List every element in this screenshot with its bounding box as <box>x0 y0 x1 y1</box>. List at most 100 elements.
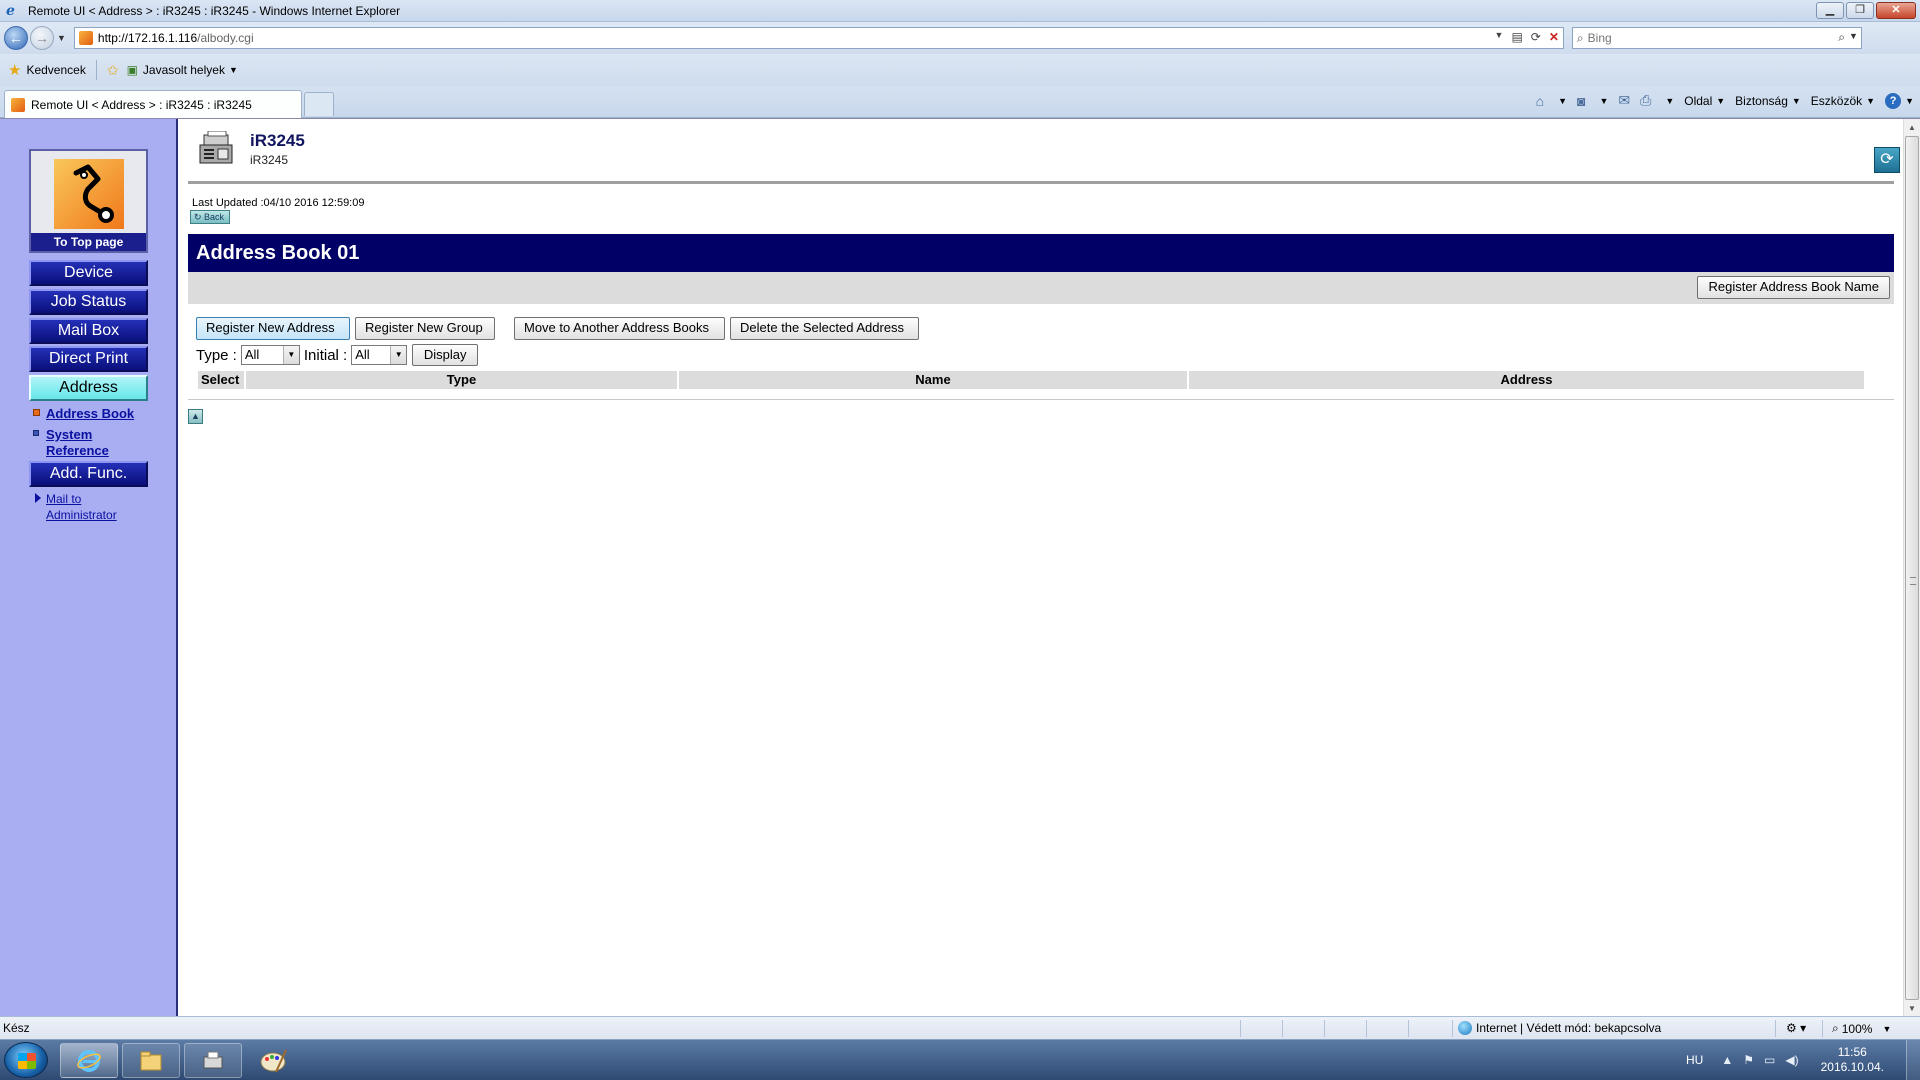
taskbar-device-manager[interactable] <box>184 1043 242 1078</box>
url-path: /albody.cgi <box>197 31 254 45</box>
divider <box>1240 1020 1241 1037</box>
home-icon[interactable]: ⌂ <box>1536 93 1544 109</box>
scroll-down-icon[interactable]: ▼ <box>1904 1000 1920 1017</box>
language-indicator[interactable]: HU <box>1686 1053 1703 1067</box>
new-tab-button[interactable] <box>304 92 334 116</box>
chevron-down-icon[interactable]: ▼ <box>1599 96 1608 106</box>
register-new-address-button[interactable]: Register New Address <box>196 317 350 340</box>
folder-icon <box>140 1051 162 1071</box>
taskbar-internet-explorer[interactable] <box>60 1043 118 1078</box>
security-zone[interactable]: Internet | Védett mód: bekapcsolva <box>1458 1021 1661 1035</box>
chevron-down-icon[interactable]: ▼ <box>1665 96 1674 106</box>
page-menu[interactable]: Oldal ▼ <box>1684 94 1725 108</box>
restore-button[interactable]: ❐ <box>1846 2 1874 19</box>
suggested-sites-button[interactable]: ▣ Javasolt helyek ▼ <box>127 63 238 77</box>
divider <box>1366 1020 1367 1037</box>
nav-mail-box[interactable]: Mail Box <box>29 318 148 344</box>
volume-icon[interactable]: ◀) <box>1785 1053 1798 1067</box>
type-select[interactable]: All ▼ <box>240 345 300 365</box>
mail-admin-link-line2[interactable]: Administrator <box>46 507 117 523</box>
search-icon: ⌕ <box>1576 30 1584 45</box>
search-input[interactable]: ⌕ Bing ⌕ ▼ <box>1571 27 1862 49</box>
taskbar-paint[interactable] <box>258 1046 288 1076</box>
clock[interactable]: 11:56 2016.10.04. <box>1821 1045 1884 1075</box>
page-top-icon[interactable]: ▲ <box>188 409 203 424</box>
url-host: http://172.16.1.116 <box>97 31 198 45</box>
zoom-control[interactable]: ⌕ 100% ▼ <box>1832 1021 1891 1036</box>
mail-admin-link-line1[interactable]: Mail to <box>46 491 81 507</box>
search-go-icon[interactable]: ⌕ <box>1838 30 1845 45</box>
section-toolbar: Register Address Book Name <box>188 272 1894 304</box>
tools-menu[interactable]: Eszközök ▼ <box>1811 94 1875 108</box>
nav-direct-print[interactable]: Direct Print <box>29 346 148 372</box>
nav-address[interactable]: Address <box>29 375 148 401</box>
nav-add-func[interactable]: Add. Func. <box>29 461 148 487</box>
safety-menu-label: Biztonság <box>1735 93 1788 108</box>
favorites-button[interactable]: ★ Kedvencek <box>8 61 86 79</box>
type-label: Type : <box>196 346 237 364</box>
url-input[interactable]: http://172.16.1.116/albody.cgi ▼ ▤ ⟳ ✕ <box>73 27 1564 49</box>
chevron-down-icon: ▼ <box>1905 95 1914 106</box>
mail-icon[interactable]: ✉ <box>1618 92 1630 109</box>
divider <box>1822 1020 1823 1037</box>
sub-link-system-reference-line1[interactable]: System <box>46 427 92 443</box>
scroll-thumb[interactable] <box>1905 136 1919 1000</box>
minimize-button[interactable]: ▁ <box>1816 2 1844 19</box>
register-new-group-button[interactable]: Register New Group <box>355 317 495 340</box>
start-button[interactable] <box>4 1042 48 1078</box>
zoom-level: 100% <box>1841 1021 1873 1036</box>
network-icon[interactable]: ▭ <box>1764 1053 1775 1067</box>
sub-link-system-reference-line2[interactable]: Reference <box>46 443 109 459</box>
back-button[interactable]: ← <box>4 26 28 50</box>
favorites-bar: ★ Kedvencek ✩ ▣ Javasolt helyek ▼ <box>0 54 1920 86</box>
forward-button[interactable]: → <box>30 26 54 50</box>
arrow-right-icon <box>35 493 41 503</box>
system-tray: HU ▲ ⚑ ▭ ◀) 11:56 2016.10.04. <box>1686 1040 1920 1080</box>
divider <box>188 399 1894 400</box>
compatibility-view-icon[interactable]: ▤ <box>1511 30 1522 44</box>
refresh-icon[interactable]: ⟳ <box>1531 30 1541 44</box>
add-favorite-icon[interactable]: ✩ <box>107 62 119 79</box>
vertical-scrollbar[interactable]: ▲ ▼ <box>1903 119 1920 1017</box>
search-placeholder: Bing <box>1587 31 1612 45</box>
action-center-flag-icon[interactable]: ⚑ <box>1743 1053 1754 1067</box>
bullet-icon <box>33 409 40 416</box>
scroll-up-icon[interactable]: ▲ <box>1904 119 1920 136</box>
column-select: Select <box>198 371 246 389</box>
window-title: Remote UI < Address > : iR3245 : iR3245 … <box>28 3 401 18</box>
url-dropdown-icon[interactable]: ▼ <box>1495 30 1504 44</box>
nav-job-status[interactable]: Job Status <box>29 289 148 315</box>
stop-icon[interactable]: ✕ <box>1549 30 1559 44</box>
search-dropdown-icon[interactable]: ▼ <box>1849 31 1858 41</box>
tab-bar: Remote UI < Address > : iR3245 : iR3245 … <box>0 86 1920 118</box>
delete-selected-address-button[interactable]: Delete the Selected Address <box>730 317 919 340</box>
left-navigation: To Top page Device Job Status Mail Box D… <box>0 119 178 1017</box>
show-hidden-icons-icon[interactable]: ▲ <box>1721 1053 1733 1067</box>
register-address-book-name-button[interactable]: Register Address Book Name <box>1697 276 1890 299</box>
address-bar: ← → ▼ http://172.16.1.116/albody.cgi ▼ ▤… <box>0 22 1920 54</box>
history-dropdown-icon[interactable]: ▼ <box>57 33 66 43</box>
internet-explorer-icon <box>77 1050 101 1072</box>
help-menu[interactable]: ? ▼ <box>1885 92 1914 109</box>
feeds-icon[interactable]: ◙ <box>1577 93 1585 109</box>
safety-menu[interactable]: Biztonság ▼ <box>1735 94 1801 108</box>
top-page-link[interactable]: To Top page <box>29 149 148 253</box>
top-page-label: To Top page <box>31 233 146 251</box>
show-desktop-button[interactable] <box>1906 1040 1920 1080</box>
refresh-button[interactable]: ⟳ <box>1874 147 1900 173</box>
close-button[interactable]: ✕ <box>1876 2 1916 19</box>
display-button[interactable]: Display <box>412 344 479 366</box>
main-panel: iR3245 iR3245 ⟳ Last Updated :04/10 2016… <box>188 119 1900 1017</box>
nav-device[interactable]: Device <box>29 260 148 286</box>
sub-link-address-book[interactable]: Address Book <box>46 406 134 422</box>
tab-remote-ui[interactable]: Remote UI < Address > : iR3245 : iR3245 <box>4 90 302 118</box>
taskbar-file-explorer[interactable] <box>122 1043 180 1078</box>
initial-select[interactable]: All ▼ <box>351 345 408 365</box>
star-icon: ★ <box>8 62 22 79</box>
back-link-button[interactable]: ↻ Back <box>190 210 230 224</box>
chevron-down-icon: ▼ <box>228 65 238 75</box>
protected-mode-icon[interactable]: ⚙ ▾ <box>1786 1021 1806 1035</box>
chevron-down-icon[interactable]: ▼ <box>1558 96 1567 106</box>
print-icon[interactable]: ⎙ <box>1640 92 1651 109</box>
move-to-another-address-books-button[interactable]: Move to Another Address Books <box>514 317 725 340</box>
